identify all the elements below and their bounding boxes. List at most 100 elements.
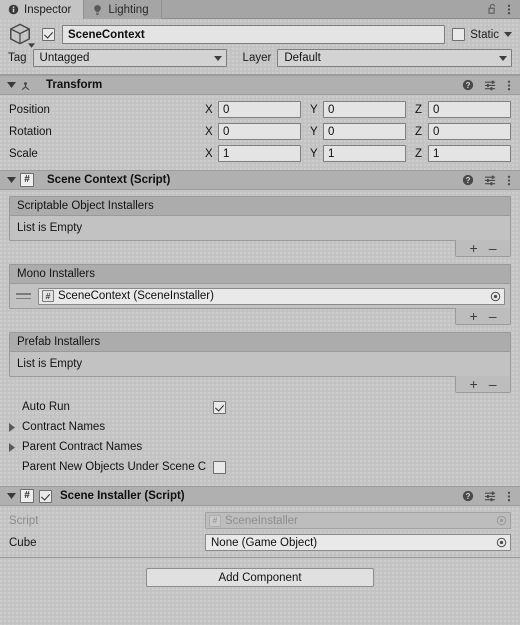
- value: 0: [433, 103, 440, 116]
- chevron-down-icon: [213, 55, 222, 61]
- scale-y-input[interactable]: 1: [323, 145, 406, 162]
- scale-x-input[interactable]: 1: [218, 145, 301, 162]
- mono-installer-object-field[interactable]: # SceneContext (SceneInstaller): [38, 287, 505, 305]
- rotation-y-input[interactable]: 0: [323, 123, 406, 140]
- list-footer: + –: [9, 240, 511, 257]
- list-add-remove-buttons[interactable]: + –: [455, 308, 511, 325]
- layer-dropdown[interactable]: Default: [277, 49, 512, 67]
- foldout-collapsed-icon[interactable]: [9, 442, 22, 452]
- value: 0: [223, 103, 230, 116]
- list-add-button[interactable]: +: [470, 377, 478, 391]
- chevron-down-icon[interactable]: [28, 42, 35, 48]
- help-icon[interactable]: ?: [462, 79, 474, 91]
- cube-object-field[interactable]: None (Game Object): [205, 534, 511, 551]
- tag-dropdown[interactable]: Untagged: [32, 49, 227, 67]
- tab-bar-spacer: [162, 0, 487, 18]
- prefab-installers-list: Prefab Installers List is Empty: [9, 332, 511, 377]
- scene-installer-component-header[interactable]: # Scene Installer (Script) ?: [0, 486, 520, 506]
- preset-icon[interactable]: [484, 79, 497, 91]
- transform-component-header[interactable]: Transform ?: [0, 75, 520, 95]
- list-header[interactable]: Scriptable Object Installers: [10, 197, 510, 216]
- axis-label-x: X: [205, 125, 213, 138]
- scene-context-component-header[interactable]: # Scene Context (Script) ?: [0, 170, 520, 190]
- list-add-button[interactable]: +: [470, 309, 478, 323]
- scene-installer-enabled-checkbox[interactable]: [39, 489, 52, 503]
- position-x-input[interactable]: 0: [218, 101, 301, 118]
- position-z-input[interactable]: 0: [428, 101, 511, 118]
- list-header[interactable]: Prefab Installers: [10, 333, 510, 352]
- transform-icon: [18, 78, 33, 93]
- object-picker-icon[interactable]: [496, 537, 507, 548]
- property-label: Position: [9, 103, 50, 116]
- gameobject-enabled-checkbox[interactable]: [42, 28, 55, 41]
- lock-open-icon[interactable]: [487, 3, 498, 15]
- kebab-menu-icon[interactable]: [507, 174, 511, 187]
- transform-scale-row: Scale X 1 Y 1 Z 1: [9, 144, 511, 163]
- layer-label: Layer: [242, 52, 272, 64]
- kebab-menu-icon[interactable]: [507, 490, 511, 503]
- list-header[interactable]: Mono Installers: [10, 265, 510, 284]
- static-checkbox[interactable]: [452, 28, 466, 41]
- scene-installer-title: Scene Installer (Script): [60, 490, 185, 502]
- list-empty-label: List is Empty: [17, 358, 83, 370]
- axis-label-x: X: [205, 147, 213, 160]
- property-label: Rotation: [9, 125, 52, 138]
- svg-text:?: ?: [466, 492, 471, 501]
- parent-new-objects-checkbox[interactable]: [213, 460, 226, 474]
- preset-icon[interactable]: [484, 174, 497, 186]
- foldout-expanded-icon[interactable]: [4, 493, 18, 499]
- cube-icon[interactable]: [8, 22, 35, 48]
- list-remove-button[interactable]: –: [489, 309, 497, 323]
- add-component-button[interactable]: Add Component: [146, 568, 374, 587]
- auto-run-checkbox[interactable]: [213, 400, 226, 414]
- rotation-z-input[interactable]: 0: [428, 123, 511, 140]
- gameobject-name-input[interactable]: SceneContext: [62, 25, 446, 44]
- kebab-menu-icon[interactable]: [507, 3, 511, 16]
- preset-icon[interactable]: [484, 490, 497, 502]
- parent-contract-names-foldout[interactable]: Parent Contract Names: [9, 437, 511, 457]
- property-label: Scale: [9, 147, 38, 160]
- kebab-menu-icon[interactable]: [507, 79, 511, 92]
- help-icon[interactable]: ?: [462, 174, 474, 186]
- script-label: Script: [9, 514, 39, 527]
- list-remove-button[interactable]: –: [489, 241, 497, 255]
- transform-title: Transform: [46, 79, 103, 91]
- parent-new-objects-row: Parent New Objects Under Scene C: [9, 457, 511, 477]
- list-remove-button[interactable]: –: [489, 377, 497, 391]
- script-icon: #: [209, 514, 221, 527]
- foldout-collapsed-icon[interactable]: [9, 422, 22, 432]
- script-badge-text: #: [24, 490, 30, 501]
- script-value: SceneInstaller: [225, 514, 298, 527]
- layer-value: Default: [284, 52, 321, 64]
- scene-installer-tools: ?: [462, 490, 511, 503]
- contract-names-foldout[interactable]: Contract Names: [9, 417, 511, 437]
- tab-inspector[interactable]: Inspector: [0, 0, 85, 19]
- position-y-input[interactable]: 0: [323, 101, 406, 118]
- list-add-button[interactable]: +: [470, 241, 478, 255]
- axis-label-x: X: [205, 103, 213, 116]
- badge-text: #: [212, 515, 218, 526]
- list-add-remove-buttons[interactable]: + –: [455, 376, 511, 393]
- object-picker-icon: [496, 515, 507, 526]
- value: 1: [433, 147, 440, 160]
- cube-row: Cube None (Game Object): [9, 533, 511, 552]
- rotation-x-input[interactable]: 0: [218, 123, 301, 140]
- axis-label-y: Y: [310, 147, 318, 160]
- value: 1: [328, 147, 335, 160]
- scale-z-input[interactable]: 1: [428, 145, 511, 162]
- foldout-expanded-icon[interactable]: [4, 177, 18, 183]
- object-picker-icon[interactable]: [490, 291, 501, 302]
- transform-position-row: Position X 0 Y 0 Z 0: [9, 100, 511, 119]
- axis-label-z: Z: [415, 125, 423, 138]
- list-header-label: Mono Installers: [17, 268, 95, 280]
- static-dropdown-icon[interactable]: [504, 32, 512, 37]
- script-icon: #: [20, 173, 34, 187]
- help-icon[interactable]: ?: [462, 490, 474, 502]
- drag-handle-icon[interactable]: [16, 293, 32, 299]
- list-footer: + –: [9, 376, 511, 393]
- list-add-remove-buttons[interactable]: + –: [455, 240, 511, 257]
- auto-run-row: Auto Run: [9, 397, 511, 417]
- tab-lighting[interactable]: Lighting: [84, 0, 162, 19]
- foldout-expanded-icon[interactable]: [4, 82, 18, 88]
